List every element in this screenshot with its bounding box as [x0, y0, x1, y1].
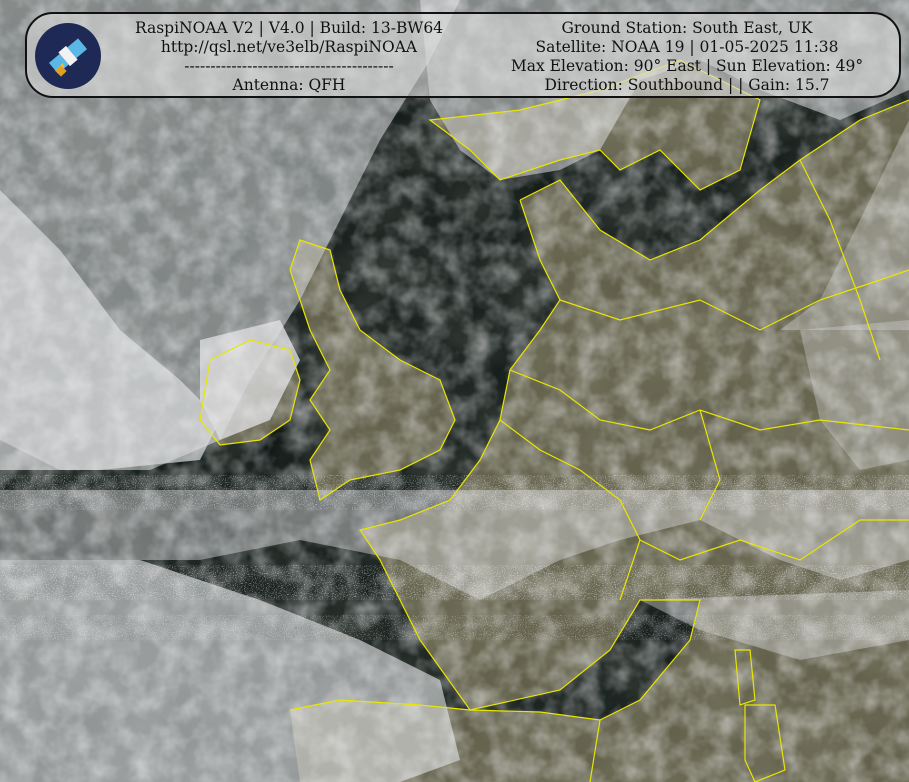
header-satellite: Satellite: NOAA 19 | 01-05-2025 11:38: [535, 38, 839, 56]
satellite-image: [0, 0, 909, 782]
info-banner: RaspiNOAA V2 | V4.0 | Build: 13-BW64 htt…: [25, 12, 901, 98]
header-url: http://qsl.net/ve3elb/RaspiNOAA: [160, 38, 418, 56]
header-ground-station: Ground Station: South East, UK: [561, 19, 813, 37]
header-direction: Direction: Southbound | | Gain: 15.7: [544, 76, 830, 94]
satellite-icon: [35, 23, 101, 89]
header-elevation: Max Elevation: 90° East | Sun Elevation:…: [510, 57, 864, 75]
header-antenna: Antenna: QFH: [232, 76, 346, 94]
header-separator: ----------------------------------------: [184, 57, 394, 75]
header-app-version: RaspiNOAA V2 | V4.0 | Build: 13-BW64: [134, 19, 444, 37]
